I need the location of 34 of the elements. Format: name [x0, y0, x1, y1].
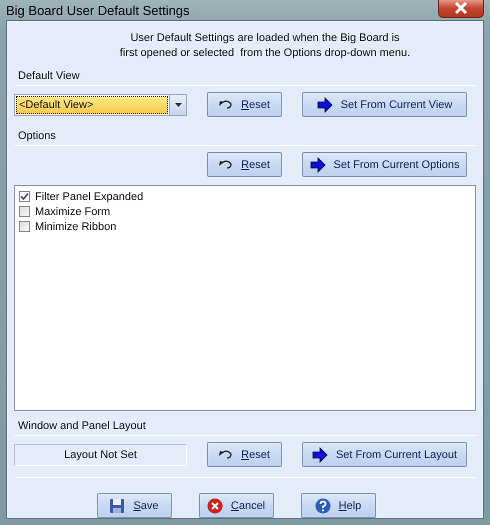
- info-text: first opened or selected from the Options drop-down menu.: [120, 46, 410, 61]
- undo-icon: [219, 160, 234, 170]
- undo-icon: [219, 100, 234, 110]
- checkbox[interactable]: [19, 221, 30, 232]
- window-title: Big Board User Default Settings: [6, 2, 190, 18]
- reset-button[interactable]: Reset: [207, 442, 282, 467]
- section-label: Default View: [17, 69, 81, 84]
- reset-button[interactable]: Reset: [207, 152, 282, 177]
- option-label[interactable]: Maximize Form: [35, 206, 110, 218]
- close-icon: [454, 2, 468, 14]
- dropdown-value: <Default View>: [16, 96, 168, 114]
- close-button[interactable]: [438, 0, 484, 18]
- view-dropdown[interactable]: <Default View>: [14, 94, 187, 116]
- right-arrow-icon: [310, 156, 326, 172]
- cancel-icon: [206, 498, 223, 514]
- set-from-current-button[interactable]: Set From Current Layout: [302, 442, 467, 467]
- help-icon: [314, 498, 331, 514]
- set-from-current-button[interactable]: Set From Current View: [302, 92, 467, 117]
- help-button[interactable]: Help: [300, 493, 376, 518]
- checkbox[interactable]: [19, 191, 30, 202]
- section-label: Window and Panel Layout: [17, 419, 147, 434]
- save-button[interactable]: Save: [96, 493, 172, 518]
- checkbox[interactable]: [19, 206, 30, 217]
- section-label: Options: [17, 129, 57, 144]
- cancel-button[interactable]: Cancel: [198, 493, 274, 518]
- set-from-current-button[interactable]: Set From Current Options: [302, 152, 467, 177]
- option-label[interactable]: Minimize Ribbon: [35, 220, 116, 232]
- right-arrow-icon: [316, 96, 333, 112]
- right-arrow-icon: [312, 446, 328, 462]
- option-label[interactable]: Filter Panel Expanded: [35, 190, 144, 202]
- layout-status: Layout Not Set: [14, 444, 187, 466]
- info-text: User Default Settings are loaded when the Big Board is: [130, 31, 400, 46]
- undo-icon: [219, 450, 234, 460]
- reset-button[interactable]: Reset: [207, 92, 282, 117]
